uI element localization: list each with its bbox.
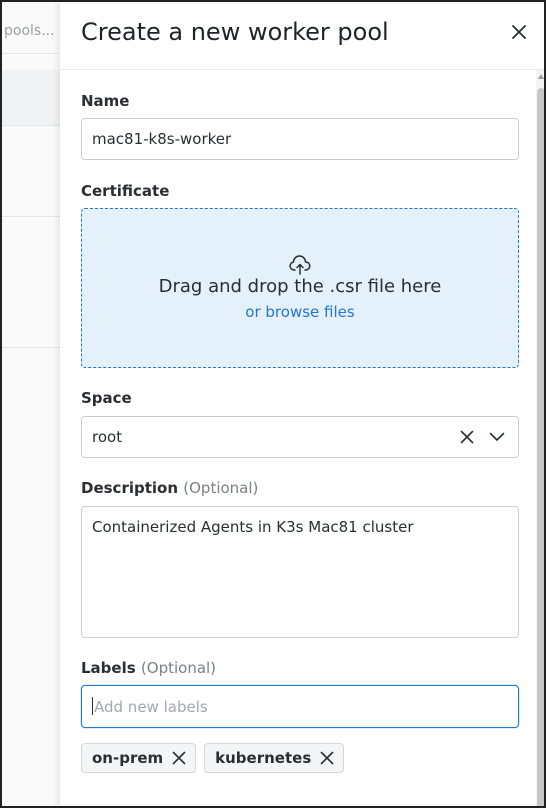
close-icon — [320, 751, 334, 765]
space-dropdown-toggle[interactable] — [486, 426, 508, 448]
space-select-value: root — [92, 428, 123, 446]
description-label-text: Description — [81, 479, 179, 497]
close-icon — [512, 24, 526, 39]
labels-input[interactable]: Add new labels — [81, 685, 519, 728]
close-button[interactable] — [506, 19, 532, 45]
scroll-thumb[interactable] — [537, 88, 544, 806]
name-input-value: mac81-k8s-worker — [92, 130, 232, 148]
scroll-up-arrow-icon[interactable] — [538, 74, 544, 79]
drawer-title: Create a new worker pool — [81, 17, 389, 46]
background-divider — [2, 216, 60, 217]
create-worker-pool-drawer: Create a new worker pool Name mac81-k8s-… — [60, 2, 544, 806]
dropzone-text: Drag and drop the .csr file here — [158, 276, 442, 297]
background-row — [2, 70, 60, 126]
name-label: Name — [81, 92, 130, 110]
chevron-down-icon — [489, 432, 505, 441]
window-frame: pools... Create a new worker pool Name m… — [0, 0, 546, 808]
label-tag-text: on-prem — [92, 749, 164, 767]
drawer-scrollbar[interactable] — [536, 70, 544, 806]
label-tag-text: kubernetes — [215, 749, 312, 767]
remove-tag-button[interactable] — [317, 748, 337, 768]
space-select[interactable]: root — [81, 416, 519, 458]
description-value: Containerized Agents in K3s Mac81 cluste… — [92, 518, 414, 536]
labels-tag-list: on-prem kubernetes — [81, 743, 345, 773]
remove-tag-button[interactable] — [169, 748, 189, 768]
background-search-input[interactable]: pools... — [2, 12, 58, 54]
label-tag: kubernetes — [204, 743, 345, 773]
background-divider — [2, 125, 60, 126]
labels-label-text: Labels — [81, 659, 136, 677]
description-optional-text: (Optional) — [183, 479, 259, 497]
label-tag: on-prem — [81, 743, 197, 773]
clear-icon — [460, 430, 474, 444]
description-textarea[interactable]: Containerized Agents in K3s Mac81 cluste… — [81, 506, 519, 638]
labels-optional-text: (Optional) — [140, 659, 217, 677]
cloud-upload-icon — [289, 255, 311, 275]
background-divider — [2, 347, 60, 348]
text-caret — [92, 697, 93, 715]
background-page: pools... — [2, 2, 62, 806]
labels-input-placeholder: Add new labels — [94, 698, 208, 716]
space-clear-button[interactable] — [456, 426, 478, 448]
browse-files-link[interactable]: or browse files — [245, 303, 354, 321]
name-input[interactable]: mac81-k8s-worker — [81, 118, 519, 160]
certificate-label: Certificate — [81, 182, 170, 200]
labels-label: Labels (Optional) — [81, 659, 216, 677]
certificate-dropzone[interactable]: Drag and drop the .csr file here or brow… — [81, 208, 519, 368]
close-icon — [172, 751, 186, 765]
drawer-header: Create a new worker pool — [60, 2, 544, 70]
space-label: Space — [81, 389, 132, 407]
description-label: Description (Optional) — [81, 479, 258, 497]
